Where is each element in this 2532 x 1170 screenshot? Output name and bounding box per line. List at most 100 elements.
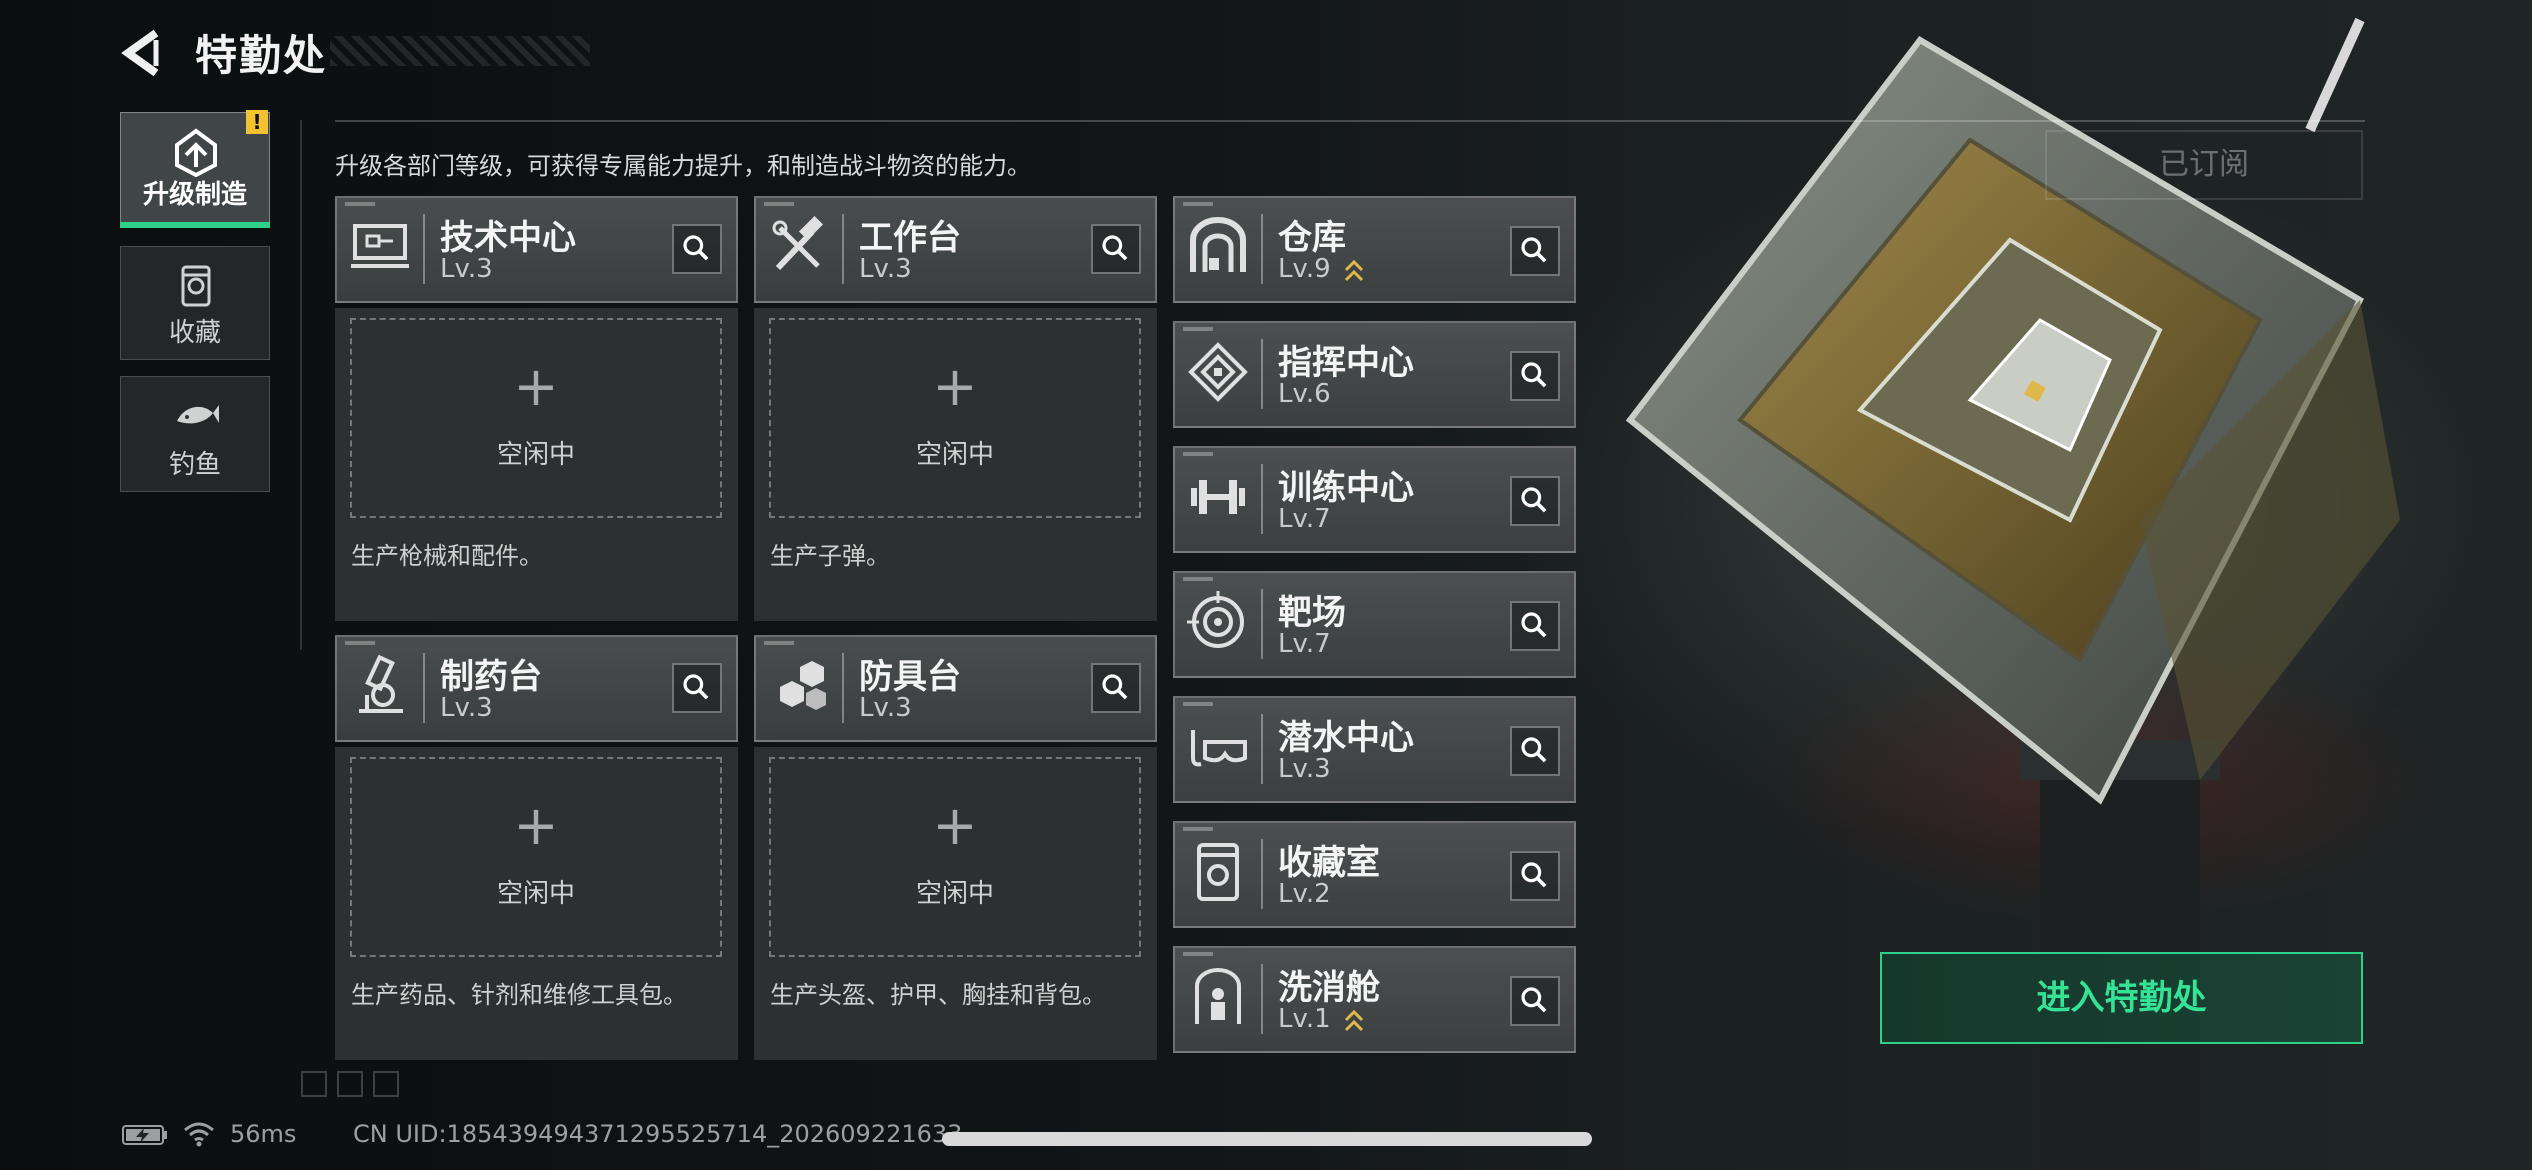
facility-level: Lv.3 — [859, 254, 912, 284]
header-divider — [1261, 839, 1263, 909]
slot-status: 空闲中 — [496, 440, 575, 470]
alert-badge: ! — [246, 110, 268, 134]
diving-mask-icon — [1191, 730, 1247, 767]
section-description: 升级各部门等级，可获得专属能力提升，和制造战斗物资的能力。 — [335, 152, 1031, 180]
slot-status: 空闲中 — [496, 879, 575, 909]
facility-collection-room[interactable]: 收藏室 Lv.2 — [1173, 821, 1576, 928]
slot-status: 空闲中 — [915, 440, 994, 470]
target-icon — [1187, 591, 1244, 648]
facility-level: Lv.7 — [1278, 629, 1331, 659]
production-slot[interactable]: + 空闲中 — [769, 757, 1141, 957]
corner-tag — [1183, 452, 1213, 456]
pharmacy-icon — [359, 654, 403, 713]
header-divider — [842, 214, 844, 284]
search-button[interactable] — [1510, 601, 1560, 651]
tab-label: 钓鱼 — [168, 450, 221, 480]
armor-bench-icon — [780, 661, 826, 710]
production-card-armor-bench: 防具台 Lv.3 + 空闲中 生产头盔、护甲、胸挂和背包。 — [754, 635, 1157, 1060]
card-description: 生产药品、针剂和维修工具包。 — [351, 981, 687, 1009]
card-header[interactable]: 技术中心 Lv.3 — [335, 196, 738, 303]
fish-icon — [177, 405, 219, 424]
search-button[interactable] — [672, 663, 722, 713]
production-slot[interactable]: + 空闲中 — [350, 318, 722, 518]
card-body: + 空闲中 生产头盔、护甲、胸挂和背包。 — [754, 747, 1157, 1060]
corner-tag — [1183, 827, 1213, 831]
production-slot[interactable]: + 空闲中 — [769, 318, 1141, 518]
tab-label: 收藏 — [168, 318, 221, 348]
panel-divider — [300, 120, 302, 650]
header-divider — [842, 653, 844, 723]
warehouse-icon — [1190, 217, 1246, 272]
decorative-squares — [301, 1071, 399, 1097]
facility-name: 收藏室 — [1278, 843, 1380, 883]
collection-icon — [181, 265, 211, 307]
search-button[interactable] — [1510, 351, 1560, 401]
header-divider — [423, 653, 425, 723]
title-decoration — [330, 36, 590, 66]
facility-name: 训练中心 — [1278, 468, 1414, 508]
workbench-icon — [772, 215, 824, 271]
corner-tag — [1183, 702, 1213, 706]
header-divider — [1261, 464, 1263, 534]
facility-level: Lv.1 — [1278, 1004, 1331, 1034]
card-body: + 空闲中 生产子弹。 — [754, 308, 1157, 621]
network-latency: 56ms — [230, 1120, 297, 1148]
battery-charging-icon — [122, 1125, 167, 1145]
decontamination-icon — [1195, 968, 1241, 1024]
header-divider — [1261, 214, 1263, 284]
facility-level: Lv.2 — [1278, 879, 1331, 909]
add-icon: + — [932, 355, 978, 418]
facility-name: 工作台 — [859, 218, 961, 258]
facility-name: 潜水中心 — [1278, 718, 1414, 758]
panel-divider — [335, 120, 2365, 122]
facility-name: 防具台 — [859, 657, 961, 697]
back-arrow-icon[interactable] — [118, 28, 168, 78]
corner-tag — [764, 202, 794, 206]
search-button[interactable] — [1510, 476, 1560, 526]
search-button[interactable] — [672, 224, 722, 274]
enter-special-ops-button[interactable]: 进入特勤处 — [1880, 952, 2363, 1044]
command-center-icon — [1188, 342, 1248, 402]
card-description: 生产头盔、护甲、胸挂和背包。 — [770, 981, 1106, 1009]
home-indicator[interactable] — [942, 1132, 1592, 1146]
card-body: + 空闲中 生产枪械和配件。 — [335, 308, 738, 621]
add-icon: + — [932, 794, 978, 857]
facility-level: Lv.7 — [1278, 504, 1331, 534]
corner-tag — [1183, 952, 1213, 956]
search-button[interactable] — [1091, 224, 1141, 274]
card-header[interactable]: 防具台 Lv.3 — [754, 635, 1157, 742]
facility-shooting-range[interactable]: 靶场 Lv.7 — [1173, 571, 1576, 678]
search-button[interactable] — [1091, 663, 1141, 713]
search-button[interactable] — [1510, 976, 1560, 1026]
card-description: 生产子弹。 — [770, 542, 890, 570]
facility-diving-center[interactable]: 潜水中心 Lv.3 — [1173, 696, 1576, 803]
card-header[interactable]: 工作台 Lv.3 — [754, 196, 1157, 303]
facility-warehouse[interactable]: 仓库 Lv.9 — [1173, 196, 1576, 303]
collection-room-icon — [1197, 843, 1239, 901]
wifi-icon — [184, 1122, 214, 1147]
facility-level: Lv.3 — [440, 693, 493, 723]
tab-label: 升级制造 — [142, 180, 247, 210]
card-header[interactable]: 制药台 Lv.3 — [335, 635, 738, 742]
page-title: 特勤处 — [195, 31, 328, 80]
subscribed-button[interactable]: 已订阅 — [2045, 130, 2363, 200]
corner-tag — [1183, 327, 1213, 331]
add-icon: + — [513, 794, 559, 857]
search-button[interactable] — [1510, 226, 1560, 276]
facility-level: Lv.6 — [1278, 379, 1331, 409]
header-divider — [1261, 714, 1263, 784]
tab-collection[interactable]: 收藏 — [120, 246, 270, 360]
search-button[interactable] — [1510, 726, 1560, 776]
facility-command-center[interactable]: 指挥中心 Lv.6 — [1173, 321, 1576, 428]
corner-tag — [1183, 202, 1213, 206]
production-slot[interactable]: + 空闲中 — [350, 757, 722, 957]
facility-decontamination[interactable]: 洗消舱 Lv.1 — [1173, 946, 1576, 1053]
upgrade-icon — [175, 128, 217, 177]
facility-level: Lv.3 — [440, 254, 493, 284]
search-button[interactable] — [1510, 851, 1560, 901]
facility-name: 指挥中心 — [1278, 343, 1414, 383]
corner-tag — [345, 202, 375, 206]
facility-name: 洗消舱 — [1278, 968, 1380, 1008]
tab-fishing[interactable]: 钓鱼 — [120, 376, 270, 492]
facility-training-center[interactable]: 训练中心 Lv.7 — [1173, 446, 1576, 553]
